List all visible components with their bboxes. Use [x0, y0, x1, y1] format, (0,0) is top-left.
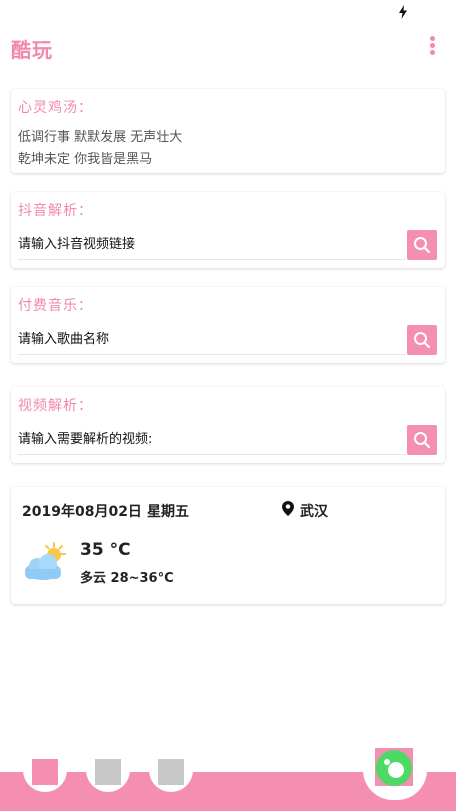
- nav-tab-3[interactable]: [149, 750, 193, 792]
- music-search-button[interactable]: [407, 325, 437, 355]
- music-card: 付费音乐：: [11, 287, 445, 363]
- video-card: 视频解析：: [11, 387, 445, 463]
- douyin-title: 抖音解析：: [18, 203, 93, 219]
- weather-weekday: 星期五: [147, 504, 189, 520]
- weather-card: 2019年08月02日 星期五 武汉 35 °C 多云 28~36°C: [11, 487, 445, 604]
- quote-card: 心灵鸡汤： 低调行事 默默发展 无声壮大 乾坤未定 你我皆是黑马: [11, 89, 445, 173]
- search-icon: [414, 237, 431, 254]
- nav-tab-2[interactable]: [86, 750, 130, 792]
- nav-tab-1[interactable]: [23, 750, 67, 792]
- app-title: 酷玩: [11, 38, 53, 62]
- charging-bolt-icon: [399, 5, 407, 19]
- douyin-link-input[interactable]: [18, 230, 406, 260]
- status-bar: [0, 0, 456, 24]
- tab-2-square-icon: [95, 759, 121, 785]
- weather-range: 多云 28~36°C: [80, 571, 174, 586]
- tab-3-square-icon: [158, 759, 184, 785]
- app-screen: 酷玩 心灵鸡汤： 低调行事 默默发展 无声壮大 乾坤未定 你我皆是黑马 抖音解析…: [0, 0, 456, 811]
- video-search-button[interactable]: [407, 425, 437, 455]
- quote-title: 心灵鸡汤：: [18, 100, 93, 116]
- green-circle-icon: [375, 748, 413, 786]
- search-icon: [414, 332, 431, 349]
- douyin-card: 抖音解析：: [11, 192, 445, 268]
- tab-1-square-icon: [32, 759, 58, 785]
- weather-city: 武汉: [300, 504, 328, 520]
- quote-line-2: 乾坤未定 你我皆是黑马: [18, 152, 153, 167]
- search-icon: [414, 432, 431, 449]
- video-url-input[interactable]: [18, 425, 406, 455]
- weather-temperature: 35 °C: [80, 540, 131, 560]
- partly-cloudy-icon: [25, 542, 66, 580]
- overflow-menu-icon[interactable]: [426, 36, 438, 60]
- song-name-input[interactable]: [18, 325, 406, 355]
- quote-line-1: 低调行事 默默发展 无声壮大: [18, 130, 183, 145]
- douyin-search-button[interactable]: [407, 230, 437, 260]
- location-pin-icon: [282, 501, 294, 516]
- weather-date: 2019年08月02日: [22, 504, 142, 520]
- nav-center-button[interactable]: [363, 742, 427, 800]
- video-title: 视频解析：: [18, 398, 93, 414]
- music-title: 付费音乐：: [18, 298, 93, 314]
